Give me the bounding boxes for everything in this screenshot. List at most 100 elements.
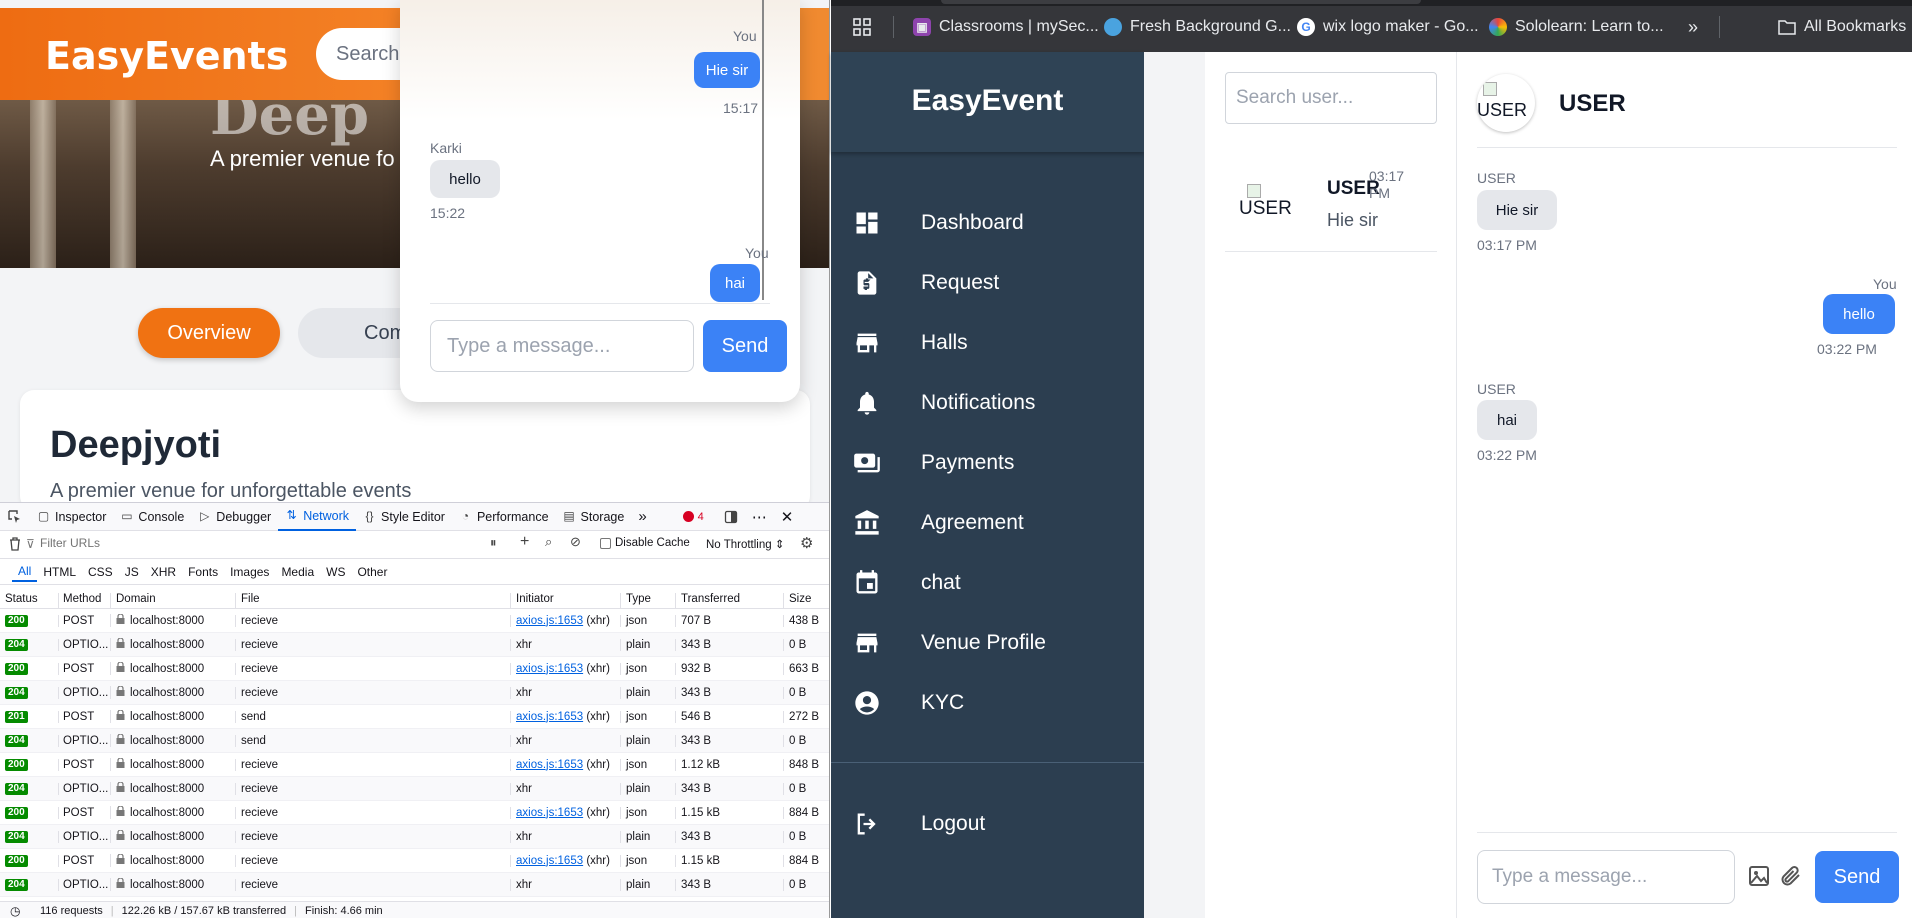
status-badge: 204 bbox=[5, 687, 28, 699]
filter-urls-input[interactable]: Filter URLs bbox=[40, 536, 100, 550]
divider bbox=[1477, 832, 1897, 833]
tab-performance[interactable]: ◔ Performance bbox=[452, 503, 556, 531]
table-row[interactable]: 200 POST localhost:8000 recieve axios.js:165… bbox=[0, 753, 829, 777]
initiator-link[interactable]: axios.js:1653 bbox=[516, 855, 583, 867]
bookmark-sololearn[interactable]: Sololearn: Learn to... bbox=[1489, 16, 1664, 38]
sidebar-item-halls[interactable]: Halls bbox=[831, 321, 1144, 365]
message-input[interactable]: Type a message... bbox=[1477, 850, 1735, 904]
tab-style-editor[interactable]: {} Style Editor bbox=[356, 503, 452, 531]
status-badge: 200 bbox=[5, 807, 28, 819]
type-filter-js[interactable]: JS bbox=[119, 563, 145, 581]
table-row[interactable]: 204 OPTIO... localhost:8000 send xhr plain 343… bbox=[0, 729, 829, 753]
sidebar-item-dashboard[interactable]: Dashboard bbox=[831, 201, 1144, 245]
throttling-select[interactable]: No Throttling ⇕ bbox=[706, 537, 784, 551]
column-header[interactable]: Type bbox=[620, 593, 675, 608]
domain-cell: localhost:8000 bbox=[110, 638, 235, 651]
initiator-link[interactable]: axios.js:1653 bbox=[516, 711, 583, 723]
table-row[interactable]: 204 OPTIO... localhost:8000 recieve xhr plain… bbox=[0, 633, 829, 657]
more-bookmarks-icon[interactable]: » bbox=[1688, 16, 1698, 38]
initiator-cell: xhr bbox=[510, 782, 620, 795]
popup-send-button[interactable]: Send bbox=[703, 320, 787, 372]
network-settings-icon[interactable]: ⚙ bbox=[800, 534, 813, 552]
devtools-close-icon[interactable]: ✕ bbox=[774, 503, 801, 531]
type-filter-xhr[interactable]: XHR bbox=[145, 563, 182, 581]
initiator-link[interactable]: axios.js:1653 bbox=[516, 615, 583, 627]
status-badge: 200 bbox=[5, 855, 28, 867]
tab-console[interactable]: ▭ Console bbox=[113, 503, 191, 531]
initiator-link[interactable]: axios.js:1653 bbox=[516, 759, 583, 771]
bookmark-classrooms[interactable]: ▣ Classrooms | mySec... bbox=[913, 16, 1099, 38]
domain-text: localhost:8000 bbox=[130, 735, 205, 747]
bookmark-fresh-background[interactable]: Fresh Background G... bbox=[1104, 16, 1291, 38]
column-header[interactable]: Initiator bbox=[510, 593, 620, 608]
table-row[interactable]: 204 OPTIO... localhost:8000 recieve xhr plain… bbox=[0, 873, 829, 897]
add-icon[interactable]: + bbox=[520, 533, 529, 551]
table-row[interactable]: 200 POST localhost:8000 recieve axios.js:165… bbox=[0, 609, 829, 633]
table-row[interactable]: 201 POST localhost:8000 send axios.js:1653 (… bbox=[0, 705, 829, 729]
dock-icon[interactable] bbox=[717, 503, 745, 531]
sidebar-item-agreement[interactable]: Agreement bbox=[831, 501, 1144, 545]
attachment-icon[interactable] bbox=[1779, 864, 1803, 888]
type-filter-ws[interactable]: WS bbox=[320, 563, 351, 581]
bookmark-wix-logo-maker[interactable]: Gwix logo maker - Go... bbox=[1297, 16, 1479, 38]
table-row[interactable]: 204 OPTIO... localhost:8000 recieve xhr plain… bbox=[0, 777, 829, 801]
column-header[interactable]: Status bbox=[0, 593, 58, 608]
column-header[interactable]: Method bbox=[58, 593, 110, 608]
message-time: 15:17 bbox=[723, 100, 759, 116]
pause-icon[interactable]: ⏸ bbox=[490, 535, 497, 551]
type-cell: plain bbox=[620, 878, 675, 891]
tab-overview[interactable]: Overview bbox=[138, 308, 280, 358]
table-row[interactable]: 200 POST localhost:8000 recieve axios.js:165… bbox=[0, 849, 829, 873]
tab-storage[interactable]: ▤ Storage bbox=[556, 503, 632, 531]
type-filter-other[interactable]: Other bbox=[351, 563, 393, 581]
sidebar-item-chat[interactable]: chat bbox=[831, 561, 1144, 605]
block-icon[interactable]: ⊘ bbox=[570, 534, 581, 550]
image-upload-icon[interactable] bbox=[1747, 864, 1771, 888]
type-filter-images[interactable]: Images bbox=[224, 563, 275, 581]
site-logo[interactable]: EasyEvents bbox=[45, 34, 288, 78]
type-filter-media[interactable]: Media bbox=[275, 563, 320, 581]
sidebar-item-request[interactable]: Request bbox=[831, 261, 1144, 305]
element-picker-icon[interactable] bbox=[0, 503, 30, 531]
type-filter-css[interactable]: CSS bbox=[82, 563, 119, 581]
type-filter-all[interactable]: All bbox=[12, 562, 38, 582]
popup-message-input[interactable]: Type a message... bbox=[430, 320, 694, 372]
type-filter-fonts[interactable]: Fonts bbox=[182, 563, 224, 581]
column-header[interactable]: Domain bbox=[110, 593, 235, 608]
search-user-input[interactable]: Search user... bbox=[1225, 72, 1437, 124]
message-sender: You bbox=[745, 245, 769, 261]
initiator-link[interactable]: axios.js:1653 bbox=[516, 807, 583, 819]
apps-grid-icon[interactable] bbox=[853, 16, 871, 38]
sidebar-item-kyc[interactable]: KYC bbox=[831, 681, 1144, 725]
transferred-cell: 932 B bbox=[675, 662, 783, 675]
tab-debugger[interactable]: ▷ Debugger bbox=[191, 503, 278, 531]
initiator-link[interactable]: axios.js:1653 bbox=[516, 663, 583, 675]
logout-button[interactable]: Logout bbox=[831, 802, 1144, 846]
devtools-menu-icon[interactable]: ⋯ bbox=[745, 503, 774, 531]
avatar: USER bbox=[1477, 74, 1535, 132]
search-icon[interactable]: ⌕ bbox=[545, 534, 552, 550]
table-row[interactable]: 204 OPTIO... localhost:8000 recieve xhr plain… bbox=[0, 825, 829, 849]
more-tabs-icon[interactable]: » bbox=[631, 503, 653, 531]
tab-inspector[interactable]: ▢ Inspector bbox=[30, 503, 113, 531]
table-row[interactable]: 204 OPTIO... localhost:8000 recieve xhr plain… bbox=[0, 681, 829, 705]
sidebar-item-notifications[interactable]: Notifications bbox=[831, 381, 1144, 425]
trash-icon[interactable] bbox=[8, 536, 22, 554]
calendar-icon bbox=[856, 570, 878, 594]
column-header[interactable]: File bbox=[235, 593, 510, 608]
disable-cache-checkbox[interactable]: Disable Cache bbox=[600, 537, 690, 549]
table-row[interactable]: 200 POST localhost:8000 recieve axios.js:165… bbox=[0, 801, 829, 825]
domain-text: localhost:8000 bbox=[130, 759, 205, 771]
tab-network[interactable]: ⇅ Network bbox=[278, 503, 357, 531]
table-row[interactable]: 200 POST localhost:8000 recieve axios.js:165… bbox=[0, 657, 829, 681]
send-button[interactable]: Send bbox=[1815, 851, 1899, 903]
column-header[interactable]: Size bbox=[783, 593, 828, 608]
sidebar-item-venue-profile[interactable]: Venue Profile bbox=[831, 621, 1144, 665]
column-header[interactable]: Transferred bbox=[675, 593, 783, 608]
type-filter-html[interactable]: HTML bbox=[37, 563, 82, 581]
user-list-item[interactable]: USER USER 03:17 PM Hie sir bbox=[1225, 162, 1437, 252]
error-count-badge[interactable]: 4 bbox=[676, 503, 711, 531]
sidebar-logo[interactable]: EasyEvent bbox=[831, 84, 1144, 118]
all-bookmarks-button[interactable]: All Bookmarks bbox=[1778, 16, 1906, 38]
sidebar-item-payments[interactable]: Payments bbox=[831, 441, 1144, 485]
